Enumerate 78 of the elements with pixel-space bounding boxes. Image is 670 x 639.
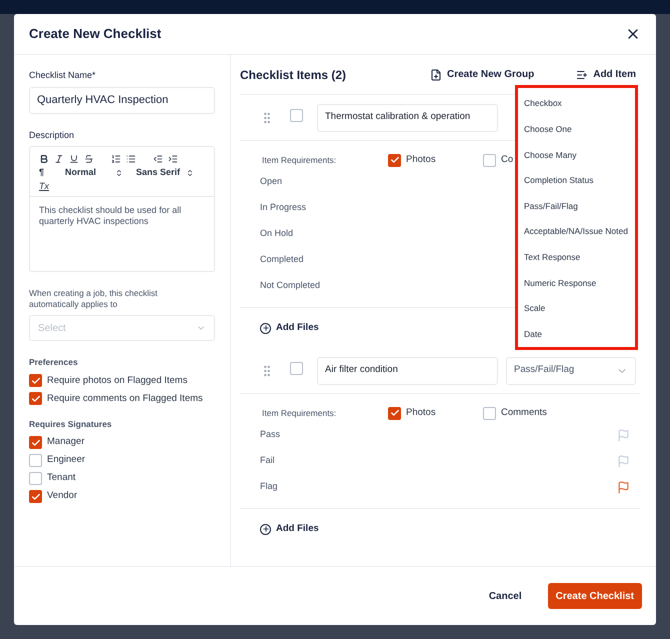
status-option: Fail xyxy=(260,454,275,468)
checkbox-label: Require photos on Flagged Items xyxy=(47,374,188,388)
add-item-button[interactable]: Add Item xyxy=(576,67,636,82)
item-name-field[interactable]: Thermostat calibration & operation xyxy=(317,104,498,132)
checkbox[interactable] xyxy=(290,108,303,122)
checkbox-label: Comments xyxy=(501,406,547,420)
status-option: Completed xyxy=(260,253,304,267)
item-type-select[interactable]: Pass/Fail/Flag xyxy=(506,356,636,384)
menu-option[interactable]: Choose One xyxy=(518,116,635,142)
status-option: Flag xyxy=(260,480,278,494)
checkbox[interactable] xyxy=(483,406,496,420)
ordered-list-icon[interactable] xyxy=(111,154,121,164)
checkbox[interactable] xyxy=(388,154,401,166)
font-select[interactable]: Sans Serif xyxy=(136,166,194,180)
status-option: On Hold xyxy=(260,227,294,241)
italic-icon[interactable] xyxy=(54,154,64,164)
checkbox[interactable] xyxy=(388,406,401,420)
status-option: In Progress xyxy=(260,201,306,215)
helper-text: When creating a job, this checklist automatically applies to xyxy=(29,288,159,310)
menu-option[interactable]: Scale xyxy=(518,296,635,322)
list-plus-icon xyxy=(576,68,588,80)
dialog-title: Create New Checklist xyxy=(29,25,162,44)
clear-format-button[interactable]: Tx xyxy=(39,180,49,194)
up-down-icon xyxy=(115,169,123,177)
checklist-name-field[interactable]: Quarterly HVAC Inspection xyxy=(29,86,215,114)
create-group-button[interactable]: Create New Group xyxy=(430,67,534,82)
checkbox-label: Tenant xyxy=(47,471,76,486)
menu-option[interactable]: Numeric Response xyxy=(518,270,635,296)
section-heading: Checklist Items (2) xyxy=(240,66,346,84)
outdent-icon[interactable] xyxy=(153,154,163,164)
checkbox-label: Require comments on Flagged Items xyxy=(47,392,203,406)
checkbox-label: Manager xyxy=(47,435,84,450)
cancel-button[interactable]: Cancel xyxy=(482,588,528,604)
checkbox-label: Photos xyxy=(406,152,436,167)
bullet-list-icon[interactable] xyxy=(126,154,136,164)
underline-icon[interactable] xyxy=(69,154,79,164)
create-checklist-button[interactable]: Create Checklist xyxy=(548,583,642,609)
checkbox[interactable] xyxy=(29,436,42,449)
menu-option[interactable]: Date xyxy=(518,321,635,347)
up-down-icon xyxy=(186,169,194,177)
checkbox-label: Photos xyxy=(406,406,436,420)
status-option: Not Completed xyxy=(260,279,320,293)
indent-icon[interactable] xyxy=(168,154,178,164)
add-files-button[interactable]: Add Files xyxy=(260,522,319,536)
description-text: This checklist should be used for all quarterly HVAC inspections xyxy=(38,204,182,228)
status-option: Open xyxy=(260,175,282,189)
requirements-label: Item Requirements: xyxy=(261,406,338,420)
menu-option[interactable]: Acceptable/NA/Issue Noted xyxy=(518,218,635,245)
checkbox[interactable] xyxy=(29,472,42,485)
paragraph-direction-button[interactable]: ¶ xyxy=(39,166,65,180)
section-title: Preferences xyxy=(29,356,79,369)
requirements-label: Item Requirements: xyxy=(261,154,338,166)
bold-icon[interactable] xyxy=(39,154,49,164)
flag-icon[interactable] xyxy=(617,480,630,494)
add-files-button[interactable]: Add Files xyxy=(260,320,319,336)
checkbox[interactable] xyxy=(29,454,42,467)
checkbox[interactable] xyxy=(483,154,496,166)
status-option: Pass xyxy=(260,428,280,442)
field-label: Description xyxy=(29,128,76,142)
checkbox-label: Vendor xyxy=(47,489,78,504)
section-title: Requires Signatures xyxy=(29,418,113,430)
menu-option[interactable]: Text Response xyxy=(518,244,635,270)
checkbox-label: Co xyxy=(501,152,514,167)
document-plus-icon xyxy=(430,68,442,80)
field-label: Checklist Name* xyxy=(29,69,97,82)
checkbox[interactable] xyxy=(29,374,42,388)
strikethrough-icon[interactable] xyxy=(84,154,94,164)
item-name-field[interactable]: Air filter condition xyxy=(317,356,498,384)
format-select[interactable]: Normal xyxy=(65,166,123,180)
checkbox[interactable] xyxy=(290,362,303,374)
menu-option[interactable]: Choose Many xyxy=(518,142,635,168)
checkbox-label: Engineer xyxy=(47,453,86,468)
checkbox[interactable] xyxy=(29,392,42,406)
description-editor[interactable]: ¶ Normal Sans Serif Tx This checklist should be used for all quarterly HVAC inspections xyxy=(29,146,215,272)
menu-option[interactable]: Pass/Fail/Flag xyxy=(518,193,635,219)
menu-option[interactable]: Checkbox xyxy=(518,91,635,117)
menu-option[interactable]: Completion Status xyxy=(518,168,635,194)
checkbox[interactable] xyxy=(29,490,42,503)
